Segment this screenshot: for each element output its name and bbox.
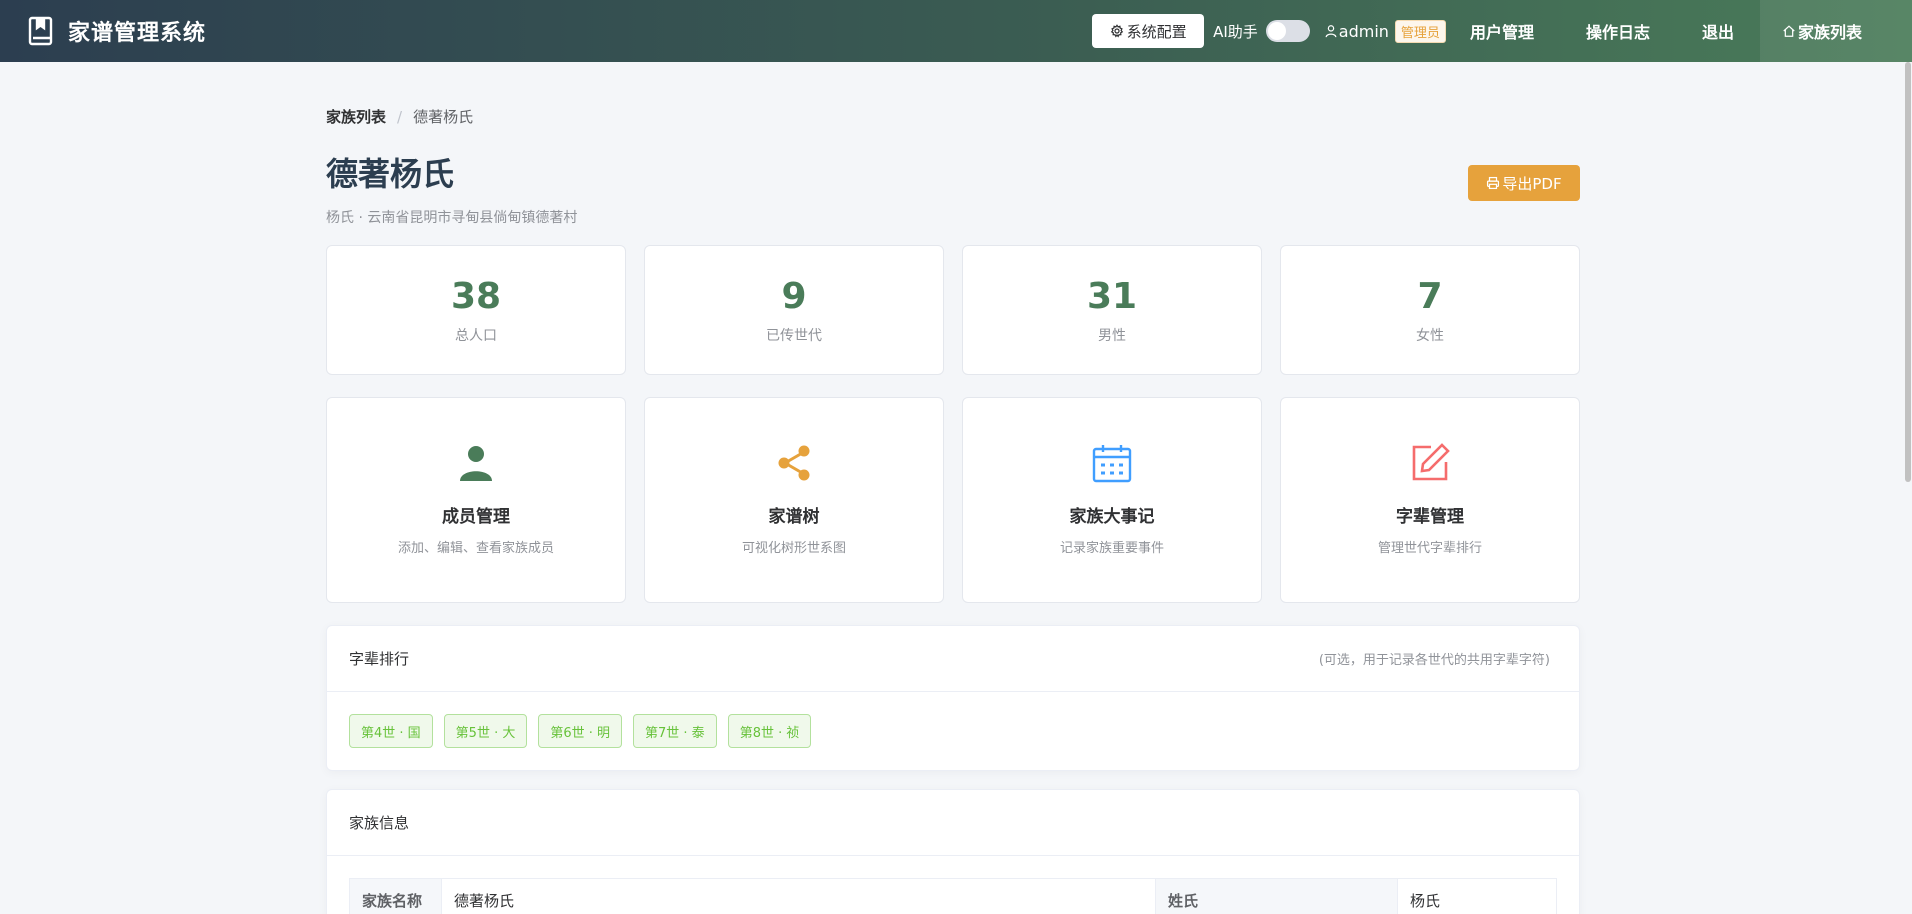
- family-info-title: 家族信息: [349, 814, 410, 832]
- family-info-table: 家族名称 德著杨氏 姓氏 杨氏: [349, 878, 1557, 914]
- main-content: 家族列表 / 德著杨氏 德著杨氏 杨氏 · 云南省昆明市寻甸县倘甸镇德著村 导出…: [326, 62, 1580, 914]
- feature-title: 成员管理: [442, 507, 510, 527]
- feature-desc: 添加、编辑、查看家族成员: [397, 541, 554, 556]
- feature-family-tree[interactable]: 家谱树 可视化树形世系图: [644, 397, 944, 603]
- nav-operation-log[interactable]: 操作日志: [1560, 0, 1676, 62]
- stat-value: 31: [1086, 275, 1138, 317]
- page-scrollbar[interactable]: [1904, 62, 1912, 914]
- current-user: admin: [1324, 22, 1389, 41]
- scrollbar-thumb[interactable]: [1905, 62, 1911, 482]
- generation-tag[interactable]: 第6世 · 明: [538, 714, 623, 748]
- stat-label: 总人口: [455, 327, 497, 344]
- nav-user-management[interactable]: 用户管理: [1470, 0, 1560, 62]
- family-info-panel: 家族信息 家族名称 德著杨氏 姓氏 杨氏: [326, 789, 1580, 914]
- nav-family-list[interactable]: 家族列表: [1759, 0, 1912, 62]
- user-outline-icon: [1325, 25, 1337, 38]
- generation-panel-title: 字辈排行: [349, 650, 410, 668]
- breadcrumb: 家族列表 / 德著杨氏: [326, 106, 1580, 127]
- page-title: 德著杨氏: [326, 155, 455, 193]
- stats-row: 38 总人口 9 已传世代 31 男性 7 女性: [326, 245, 1580, 375]
- generation-panel-hint: (可选，用于记录各世代的共用字辈字符): [1318, 653, 1550, 668]
- stat-value: 38: [450, 275, 502, 317]
- family-subtitle: 杨氏 · 云南省昆明市寻甸县倘甸镇德著村: [326, 210, 578, 226]
- generation-tag[interactable]: 第7世 · 泰: [633, 714, 717, 748]
- stat-card-generations: 9 已传世代: [644, 245, 944, 375]
- feature-desc: 管理世代字辈排行: [1377, 541, 1482, 556]
- feature-member-management[interactable]: 成员管理 添加、编辑、查看家族成员: [326, 397, 626, 603]
- user-icon: [460, 446, 492, 481]
- feature-generation-names[interactable]: 字辈管理 管理世代字辈排行: [1280, 397, 1580, 603]
- feature-row: 成员管理 添加、编辑、查看家族成员 家谱树 可视化树形世系图 家族大事记 记录家…: [326, 397, 1580, 603]
- brand[interactable]: 家谱管理系统: [28, 15, 206, 47]
- system-config-button[interactable]: 系统配置: [1092, 14, 1205, 48]
- breadcrumb-family-list[interactable]: 家族列表: [326, 106, 386, 127]
- stat-card-male: 31 男性: [962, 245, 1262, 375]
- generation-panel-header: 字辈排行 (可选，用于记录各世代的共用字辈字符): [327, 626, 1579, 692]
- stat-value: 9: [781, 275, 807, 317]
- table-value: 杨氏: [1397, 878, 1557, 914]
- breadcrumb-current: 德著杨氏: [413, 108, 474, 126]
- edit-icon: [1412, 443, 1450, 481]
- feature-desc: 记录家族重要事件: [1059, 541, 1164, 556]
- system-config-label: 系统配置: [1126, 22, 1187, 41]
- ai-assistant-toggle[interactable]: [1265, 20, 1310, 42]
- table-value: 德著杨氏: [441, 878, 1156, 914]
- ai-assistant-label: AI助手: [1213, 22, 1258, 41]
- nav-logout[interactable]: 退出: [1676, 0, 1760, 62]
- table-key: 家族名称: [349, 878, 442, 914]
- stat-card-population: 38 总人口: [326, 245, 626, 375]
- share-icon: [778, 445, 810, 481]
- stat-value: 7: [1417, 275, 1443, 317]
- feature-title: 家谱树: [768, 507, 820, 527]
- stat-label: 女性: [1416, 327, 1444, 344]
- stat-label: 男性: [1098, 327, 1126, 344]
- generation-tag[interactable]: 第5世 · 大: [443, 714, 528, 748]
- role-badge: 管理员: [1394, 19, 1446, 43]
- feature-title: 字辈管理: [1396, 507, 1464, 527]
- family-header: 德著杨氏 杨氏 · 云南省昆明市寻甸县倘甸镇德著村 导出PDF: [326, 149, 1580, 249]
- gear-icon: [1110, 24, 1123, 38]
- app-title: 家谱管理系统: [68, 21, 207, 46]
- family-info-header: 家族信息: [327, 790, 1579, 856]
- generation-tag[interactable]: 第4世 · 国: [349, 714, 433, 748]
- export-pdf-button[interactable]: 导出PDF: [1468, 165, 1580, 201]
- table-row: 家族名称 德著杨氏 姓氏 杨氏: [349, 878, 1557, 914]
- generation-tag[interactable]: 第8世 · 祯: [727, 714, 812, 748]
- stat-label: 已传世代: [766, 327, 822, 344]
- breadcrumb-separator: /: [397, 107, 403, 126]
- feature-desc: 可视化树形世系图: [741, 541, 846, 556]
- generation-tag-list: 第4世 · 国 第5世 · 大 第6世 · 明 第7世 · 泰 第8世 · 祯: [327, 692, 1579, 770]
- calendar-icon: [1092, 445, 1132, 483]
- home-icon: [1783, 25, 1795, 37]
- nav-family-list-label: 家族列表: [1797, 23, 1862, 42]
- printer-icon: [1487, 176, 1500, 190]
- top-navbar: 家谱管理系统 系统配置 AI助手 admin 管理员 用户管理 操作日志 退出: [0, 0, 1912, 62]
- feature-family-events[interactable]: 家族大事记 记录家族重要事件: [962, 397, 1262, 603]
- export-pdf-label: 导出PDF: [1502, 174, 1562, 193]
- family-info-body: 家族名称 德著杨氏 姓氏 杨氏: [327, 856, 1579, 914]
- generation-panel: 字辈排行 (可选，用于记录各世代的共用字辈字符) 第4世 · 国 第5世 · 大…: [326, 625, 1580, 771]
- bookmark-book-icon: [28, 16, 54, 46]
- table-key: 姓氏: [1155, 878, 1398, 914]
- user-name: admin: [1338, 21, 1389, 41]
- stat-card-female: 7 女性: [1280, 245, 1580, 375]
- feature-title: 家族大事记: [1069, 507, 1155, 527]
- toggle-knob: [1267, 22, 1286, 40]
